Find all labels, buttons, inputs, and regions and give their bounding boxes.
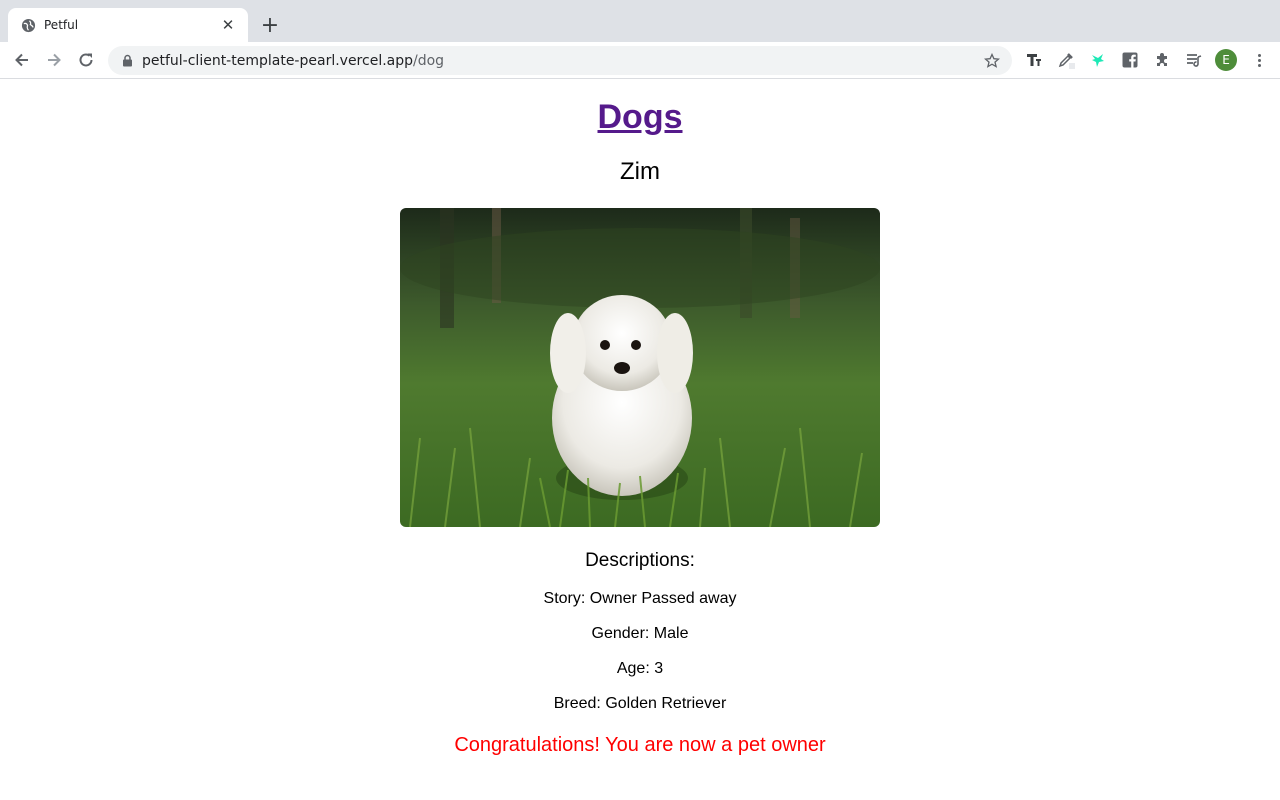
page-content: Dogs Zim Descriptions: Story: Owner Pass… <box>0 80 1280 800</box>
tab-petful[interactable]: Petful ✕ <box>8 8 248 42</box>
tab-strip: Petful ✕ + <box>0 0 1280 42</box>
reload-icon[interactable] <box>73 47 99 73</box>
back-icon[interactable] <box>9 47 35 73</box>
age-text: Age: 3 <box>616 660 664 677</box>
text-format-extension-icon[interactable] <box>1023 49 1045 71</box>
congratulations-message: Congratulations! You are now a pet owner <box>454 734 826 756</box>
dog-photo <box>400 208 880 527</box>
facebook-extension-icon[interactable] <box>1119 49 1141 71</box>
forward-icon[interactable] <box>41 47 67 73</box>
extensions-puzzle-icon[interactable] <box>1151 49 1173 71</box>
gender-text: Gender: Male <box>591 625 689 642</box>
page-title: Dogs <box>0 98 1280 137</box>
new-tab-button[interactable]: + <box>258 13 282 38</box>
story-text: Story: Owner Passed away <box>543 590 737 607</box>
tab-title: Petful <box>44 18 79 32</box>
breed-text: Breed: Golden Retriever <box>553 695 727 712</box>
reading-list-icon[interactable] <box>1183 49 1205 71</box>
menu-kebab-icon[interactable] <box>1248 49 1270 71</box>
bookmark-star-icon[interactable] <box>982 51 1002 71</box>
dogs-link[interactable]: Dogs <box>598 98 683 136</box>
eyedropper-extension-icon[interactable] <box>1055 49 1077 71</box>
profile-avatar[interactable]: E <box>1215 49 1237 71</box>
url-text: petful-client-template-pearl.vercel.app/… <box>142 53 982 69</box>
url-path: /dog <box>413 52 445 69</box>
pet-name: Zim <box>620 158 660 185</box>
descriptions-heading: Descriptions: <box>585 550 695 571</box>
close-icon[interactable]: ✕ <box>218 15 238 35</box>
url-host: petful-client-template-pearl.vercel.app <box>142 52 414 69</box>
lock-icon[interactable] <box>120 54 134 68</box>
bird-extension-icon[interactable] <box>1087 49 1109 71</box>
globe-icon <box>20 17 36 33</box>
browser-toolbar: petful-client-template-pearl.vercel.app/… <box>0 42 1280 79</box>
address-bar[interactable]: petful-client-template-pearl.vercel.app/… <box>108 46 1012 75</box>
